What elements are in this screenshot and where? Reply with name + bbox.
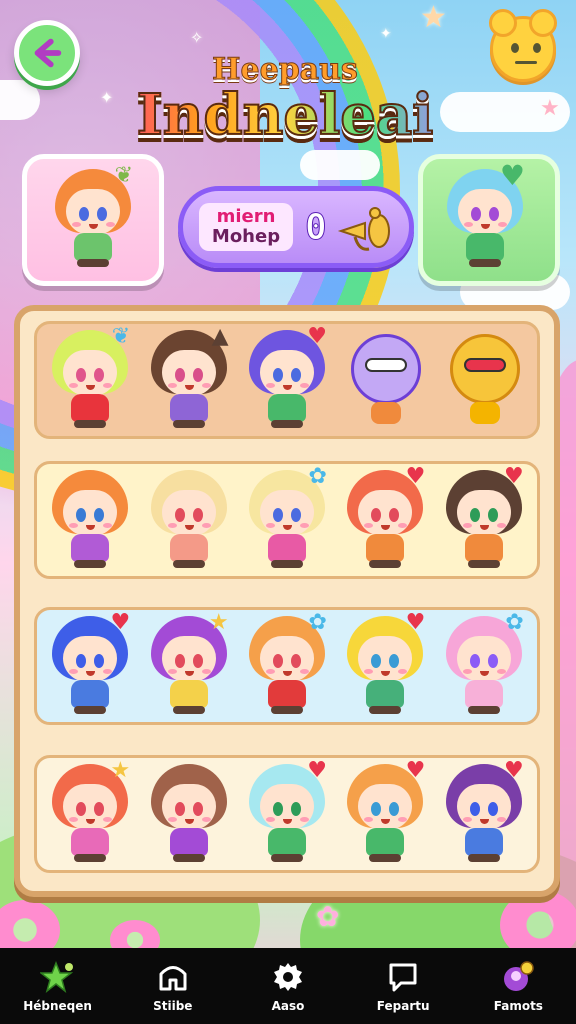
character-avatar: ♥ <box>441 159 529 271</box>
flower-icon: ✿ <box>308 610 327 635</box>
heart-icon: ♥ <box>405 758 426 783</box>
heart-icon: ♥ <box>504 758 524 783</box>
score-value: 0 <box>305 206 328 248</box>
flower-icon: ✿ <box>505 610 524 635</box>
house-icon <box>159 966 187 991</box>
character-tile[interactable] <box>46 468 134 572</box>
featured-character-card-right[interactable]: ♥ <box>418 154 560 286</box>
emoji-icon[interactable] <box>440 328 528 432</box>
heart-icon: ♥ <box>307 758 327 783</box>
character-tile[interactable] <box>145 468 233 572</box>
bow-icon: ❦ <box>111 324 131 349</box>
character-row: ♥ ★ ✿ ♥ ✿ <box>34 607 540 725</box>
score-panel: miern Mohep 0 <box>178 186 414 268</box>
bottom-nav: Hébneqen Stiibe Aaso Fepartu Famots <box>0 948 576 1024</box>
character-tile[interactable]: ♥ <box>243 324 331 432</box>
title-main: Indneleai <box>120 86 450 144</box>
nav-item-home[interactable]: Hébneqen <box>8 951 108 1021</box>
character-tile[interactable]: ♥ <box>440 758 528 866</box>
nav-label: Fepartu <box>376 999 430 1013</box>
character-tile[interactable]: ♥ <box>341 758 429 866</box>
character-tile[interactable]: ♥ <box>341 610 429 718</box>
character-avatar: ❦ <box>49 163 137 271</box>
character-board: ❦ ▲ ♥ ✿ ♥ ♥ ♥ ★ ✿ ♥ ✿ ★ ♥ ♥ ♥ <box>14 305 560 897</box>
character-row: ✿ ♥ ♥ <box>34 461 540 579</box>
character-tile[interactable]: ★ <box>46 758 134 866</box>
star-icon <box>39 960 73 993</box>
character-row: ★ ♥ ♥ ♥ <box>34 755 540 873</box>
heart-icon: ♥ <box>499 159 525 192</box>
heart-icon: ♥ <box>405 610 426 635</box>
character-tile[interactable]: ♥ <box>46 610 134 718</box>
character-tile[interactable]: ♥ <box>243 758 331 866</box>
nav-label: Stiibe <box>153 999 193 1013</box>
character-row: ❦ ▲ ♥ <box>34 321 540 439</box>
robot-icon[interactable] <box>341 328 429 432</box>
heart-icon: ♥ <box>307 324 327 349</box>
chat-icon <box>389 963 417 992</box>
character-tile[interactable] <box>145 762 233 866</box>
flower-icon: ✿ <box>308 464 327 489</box>
profile-badge-icon <box>504 961 535 991</box>
character-tile[interactable]: ✿ <box>440 610 528 718</box>
character-tile[interactable]: ✿ <box>243 610 331 718</box>
trumpet-icon <box>337 207 390 251</box>
character-tile[interactable]: ♥ <box>440 464 528 572</box>
nav-item-stiibe[interactable]: Stiibe <box>123 951 223 1021</box>
star-icon: ★ <box>110 758 131 783</box>
character-tile[interactable]: ❦ <box>46 324 134 432</box>
back-button[interactable] <box>14 20 80 86</box>
cat-ears-icon: ▲ <box>211 324 229 349</box>
star-icon: ★ <box>208 610 229 635</box>
nav-label: Hébneqen <box>23 999 92 1013</box>
score-label-line2: Mohep <box>211 226 281 247</box>
nav-label: Aaso <box>271 999 305 1013</box>
character-tile[interactable]: ✿ <box>243 464 331 572</box>
character-tile[interactable]: ♥ <box>341 464 429 572</box>
nav-item-famots[interactable]: Famots <box>468 951 568 1021</box>
smiley-face-icon[interactable] <box>489 9 557 82</box>
nav-item-aaso[interactable]: Aaso <box>238 951 338 1021</box>
score-label: miern Mohep <box>199 203 293 251</box>
gear-icon <box>273 963 302 991</box>
nav-label: Famots <box>493 999 543 1013</box>
character-tile[interactable]: ▲ <box>145 324 233 432</box>
back-arrow-icon <box>34 38 62 68</box>
featured-character-card-left[interactable]: ❦ <box>22 154 164 286</box>
heart-icon: ♥ <box>110 610 131 635</box>
heart-icon: ♥ <box>504 464 524 489</box>
score-label-line1: miern <box>216 206 276 227</box>
character-tile[interactable]: ★ <box>145 610 233 718</box>
game-title: Heepaus Indneleai <box>120 52 450 145</box>
nav-item-fepartu[interactable]: Fepartu <box>353 951 453 1021</box>
heart-icon: ♥ <box>405 464 426 489</box>
leaf-icon: ❦ <box>114 163 133 188</box>
